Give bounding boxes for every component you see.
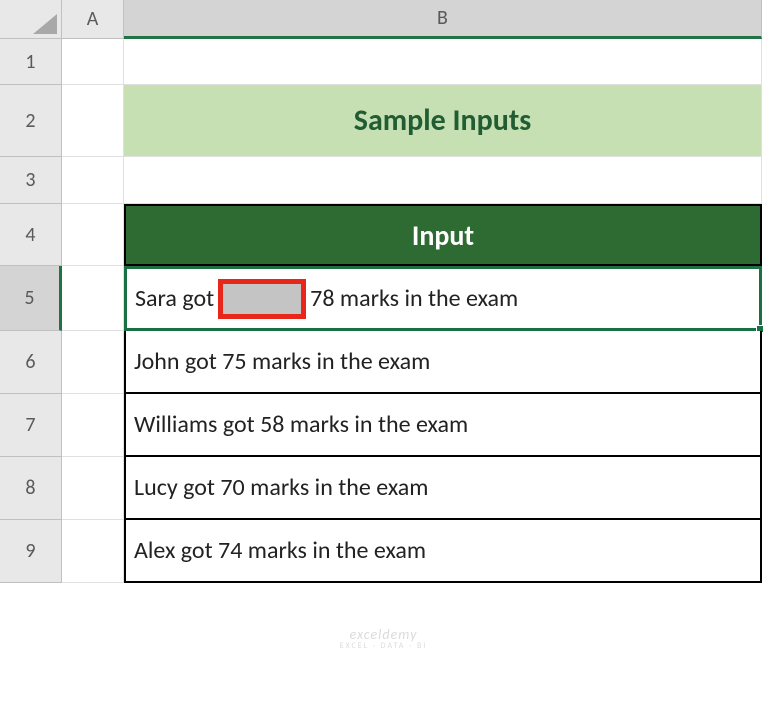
cell-a9[interactable] (62, 520, 124, 583)
row-header-1[interactable]: 1 (0, 39, 62, 85)
redaction-highlight (218, 279, 306, 319)
cell-b6[interactable]: John got 75 marks in the exam (124, 331, 762, 394)
col-header-b[interactable]: B (124, 0, 762, 39)
cell-a3[interactable] (62, 157, 124, 204)
cell-a8[interactable] (62, 457, 124, 520)
row-header-9[interactable]: 9 (0, 520, 62, 583)
spreadsheet-grid: A B 1 2 Sample Inputs 3 4 Input 5 Sara g… (0, 0, 767, 583)
row-header-3[interactable]: 3 (0, 157, 62, 204)
row-header-5[interactable]: 5 (0, 266, 62, 331)
cell-a6[interactable] (62, 331, 124, 394)
watermark-logo: exceldemy (350, 626, 418, 643)
cell-a2[interactable] (62, 85, 124, 157)
col-header-a[interactable]: A (62, 0, 124, 39)
cell-b9[interactable]: Alex got 74 marks in the exam (124, 520, 762, 583)
cell-a4[interactable] (62, 204, 124, 266)
row-header-7[interactable]: 7 (0, 394, 62, 457)
row-header-8[interactable]: 8 (0, 457, 62, 520)
cell-a7[interactable] (62, 394, 124, 457)
title-cell[interactable]: Sample Inputs (124, 85, 762, 157)
row-header-6[interactable]: 6 (0, 331, 62, 394)
cell-a5[interactable] (62, 266, 124, 331)
b5-text-pre: Sara got (135, 284, 214, 313)
row-header-4[interactable]: 4 (0, 204, 62, 266)
cell-b5-selected[interactable]: Sara got 78 marks in the exam (124, 266, 762, 331)
b5-text-post: 78 marks in the exam (310, 284, 518, 313)
watermark-tagline: EXCEL · DATA · BI (340, 641, 428, 651)
row-header-2[interactable]: 2 (0, 85, 62, 157)
table-header-cell[interactable]: Input (124, 204, 762, 266)
select-all-corner[interactable] (0, 0, 62, 39)
cell-b3[interactable] (124, 157, 762, 204)
cell-a1[interactable] (62, 39, 124, 85)
cell-b8[interactable]: Lucy got 70 marks in the exam (124, 457, 762, 520)
watermark: exceldemy EXCEL · DATA · BI (340, 626, 428, 651)
cell-b1[interactable] (124, 39, 762, 85)
cell-b7[interactable]: Williams got 58 marks in the exam (124, 394, 762, 457)
